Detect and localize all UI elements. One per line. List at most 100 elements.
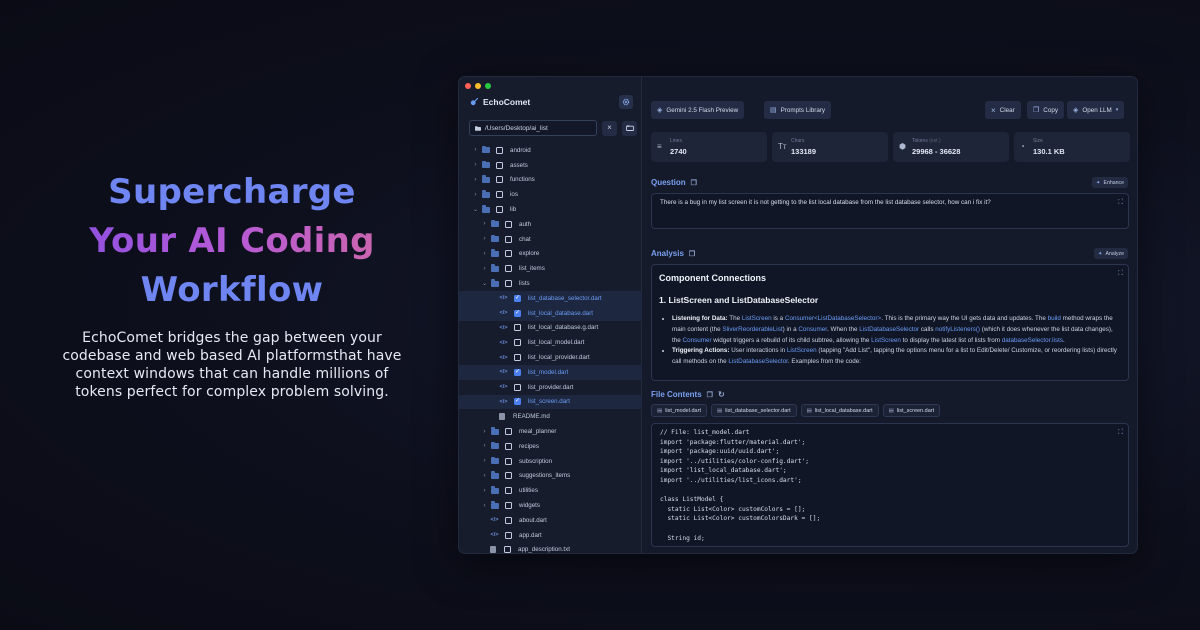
- checkbox[interactable]: [505, 457, 512, 465]
- chevron-down-icon[interactable]: ⌄: [471, 206, 480, 213]
- tree-item[interactable]: › widgets: [459, 498, 642, 513]
- tree-item[interactable]: </> list_model.dart: [459, 364, 642, 380]
- checkbox[interactable]: [505, 250, 512, 258]
- checkbox[interactable]: [514, 368, 521, 376]
- checkbox[interactable]: [505, 235, 512, 243]
- model-select-button[interactable]: ◈ Gemini 2.5 Flash Preview: [651, 101, 745, 119]
- tree-item[interactable]: › android: [459, 143, 642, 158]
- checkbox[interactable]: [505, 280, 512, 288]
- chevron-right-icon[interactable]: ›: [480, 236, 489, 242]
- checkbox[interactable]: [496, 206, 503, 214]
- copy-icon[interactable]: ❐: [707, 391, 713, 399]
- checkbox[interactable]: [514, 324, 521, 332]
- copy-icon[interactable]: ❐: [689, 250, 695, 258]
- chevron-right-icon[interactable]: ›: [480, 429, 489, 435]
- copy-icon[interactable]: ❐: [691, 179, 697, 187]
- tree-item[interactable]: </> list_local_model.dart: [459, 335, 642, 350]
- checkbox[interactable]: [514, 383, 521, 391]
- settings-button[interactable]: [619, 95, 633, 109]
- tree-item[interactable]: › ios: [459, 187, 642, 202]
- chevron-right-icon[interactable]: ›: [480, 443, 489, 449]
- close-window-button[interactable]: [465, 83, 471, 89]
- checkbox[interactable]: [505, 502, 512, 510]
- tree-item[interactable]: </> list_provider.dart: [459, 380, 642, 395]
- tree-item[interactable]: README.md: [459, 409, 642, 424]
- chevron-right-icon[interactable]: ›: [471, 147, 480, 153]
- chevron-right-icon[interactable]: ›: [480, 266, 489, 272]
- chevron-right-icon[interactable]: ›: [480, 251, 489, 257]
- prompts-library-button[interactable]: ▤ Prompts Library: [764, 101, 832, 119]
- checkbox[interactable]: [496, 146, 503, 154]
- chevron-right-icon[interactable]: ›: [480, 221, 489, 227]
- tree-item[interactable]: › recipes: [459, 439, 642, 454]
- checkbox[interactable]: [505, 428, 512, 436]
- expand-icon[interactable]: ⛶: [1118, 270, 1123, 278]
- open-llm-button[interactable]: ◈ Open LLM ▾: [1067, 101, 1125, 119]
- checkbox[interactable]: [505, 531, 512, 539]
- tree-item[interactable]: </> about.dart: [459, 513, 642, 528]
- file-tab[interactable]: ▤ list_local_database.dart: [800, 404, 879, 417]
- enhance-button[interactable]: ✦ Enhance: [1092, 177, 1128, 188]
- project-path-input[interactable]: /Users/Desktop/ai_list: [469, 120, 597, 136]
- tree-item[interactable]: › auth: [459, 217, 642, 232]
- checkbox[interactable]: [505, 442, 512, 450]
- tree-item[interactable]: › meal_planner: [459, 424, 642, 439]
- chevron-right-icon[interactable]: ›: [480, 503, 489, 509]
- expand-icon[interactable]: ⛶: [1118, 429, 1123, 437]
- tree-item[interactable]: › assets: [459, 158, 642, 173]
- question-input[interactable]: There is a bug in my list screen it is n…: [651, 193, 1129, 229]
- checkbox[interactable]: [496, 161, 503, 169]
- chevron-right-icon[interactable]: ›: [480, 458, 489, 464]
- analyze-button[interactable]: ✦ Analyze: [1094, 248, 1128, 259]
- checkbox[interactable]: [505, 516, 512, 524]
- tree-item[interactable]: </> list_local_database.dart: [459, 305, 642, 321]
- checkbox[interactable]: [496, 191, 503, 199]
- tree-item[interactable]: › list_items: [459, 261, 642, 276]
- chevron-right-icon[interactable]: ›: [471, 177, 480, 183]
- document-icon: ▤: [716, 407, 723, 414]
- clear-button[interactable]: × Clear: [985, 101, 1021, 119]
- checkbox[interactable]: [505, 472, 512, 480]
- tree-item[interactable]: </> list_database_selector.dart: [459, 290, 642, 306]
- tree-item[interactable]: › suggestions_items: [459, 469, 642, 484]
- tree-item[interactable]: › explore: [459, 247, 642, 262]
- checkbox[interactable]: [514, 397, 521, 406]
- checkbox[interactable]: [505, 487, 512, 495]
- minimize-window-button[interactable]: [475, 83, 481, 89]
- checkbox[interactable]: [514, 294, 521, 302]
- checkbox[interactable]: [504, 546, 511, 553]
- copy-button[interactable]: ❐ Copy: [1027, 101, 1064, 119]
- checkbox[interactable]: [514, 339, 521, 347]
- chevron-right-icon[interactable]: ›: [471, 192, 480, 198]
- tree-item[interactable]: </> list_local_provider.dart: [459, 350, 642, 365]
- chevron-right-icon[interactable]: ›: [480, 473, 489, 479]
- tree-item[interactable]: app_description.txt: [459, 543, 642, 553]
- tree-item[interactable]: › functions: [459, 173, 642, 188]
- file-tab[interactable]: ▤ list_model.dart: [651, 404, 707, 417]
- file-tab[interactable]: ▤ list_database_selector.dart: [710, 404, 797, 417]
- checkbox[interactable]: [505, 220, 512, 228]
- checkbox[interactable]: [514, 309, 521, 317]
- file-contents-panel[interactable]: ⛶ // File: list_model.dart import 'packag…: [651, 423, 1129, 547]
- chevron-right-icon[interactable]: ›: [471, 162, 480, 168]
- tree-item[interactable]: </> list_local_database.g.dart: [459, 321, 642, 336]
- tree-item[interactable]: </> app.dart: [459, 528, 642, 543]
- analysis-panel[interactable]: ⛶ Component Connections 1. ListScreen an…: [651, 264, 1129, 381]
- file-tab[interactable]: ▤ list_screen.dart: [882, 404, 941, 417]
- tree-item[interactable]: ⌄ lib: [459, 202, 642, 217]
- checkbox[interactable]: [496, 176, 503, 184]
- chevron-down-icon[interactable]: ⌄: [480, 280, 489, 287]
- checkbox[interactable]: [505, 265, 512, 273]
- tree-item[interactable]: › chat: [459, 232, 642, 247]
- tree-item[interactable]: › subscription: [459, 454, 642, 469]
- clear-path-button[interactable]: ×: [602, 120, 617, 136]
- open-folder-button[interactable]: [622, 120, 637, 136]
- maximize-window-button[interactable]: [485, 83, 491, 89]
- tree-item[interactable]: ⌄ lists: [459, 276, 642, 291]
- tree-item[interactable]: </> list_screen.dart: [459, 394, 642, 410]
- refresh-icon[interactable]: ↻: [718, 390, 725, 399]
- checkbox[interactable]: [514, 354, 521, 362]
- expand-icon[interactable]: ⛶: [1118, 199, 1123, 207]
- chevron-right-icon[interactable]: ›: [480, 488, 489, 494]
- tree-item[interactable]: › utilities: [459, 483, 642, 498]
